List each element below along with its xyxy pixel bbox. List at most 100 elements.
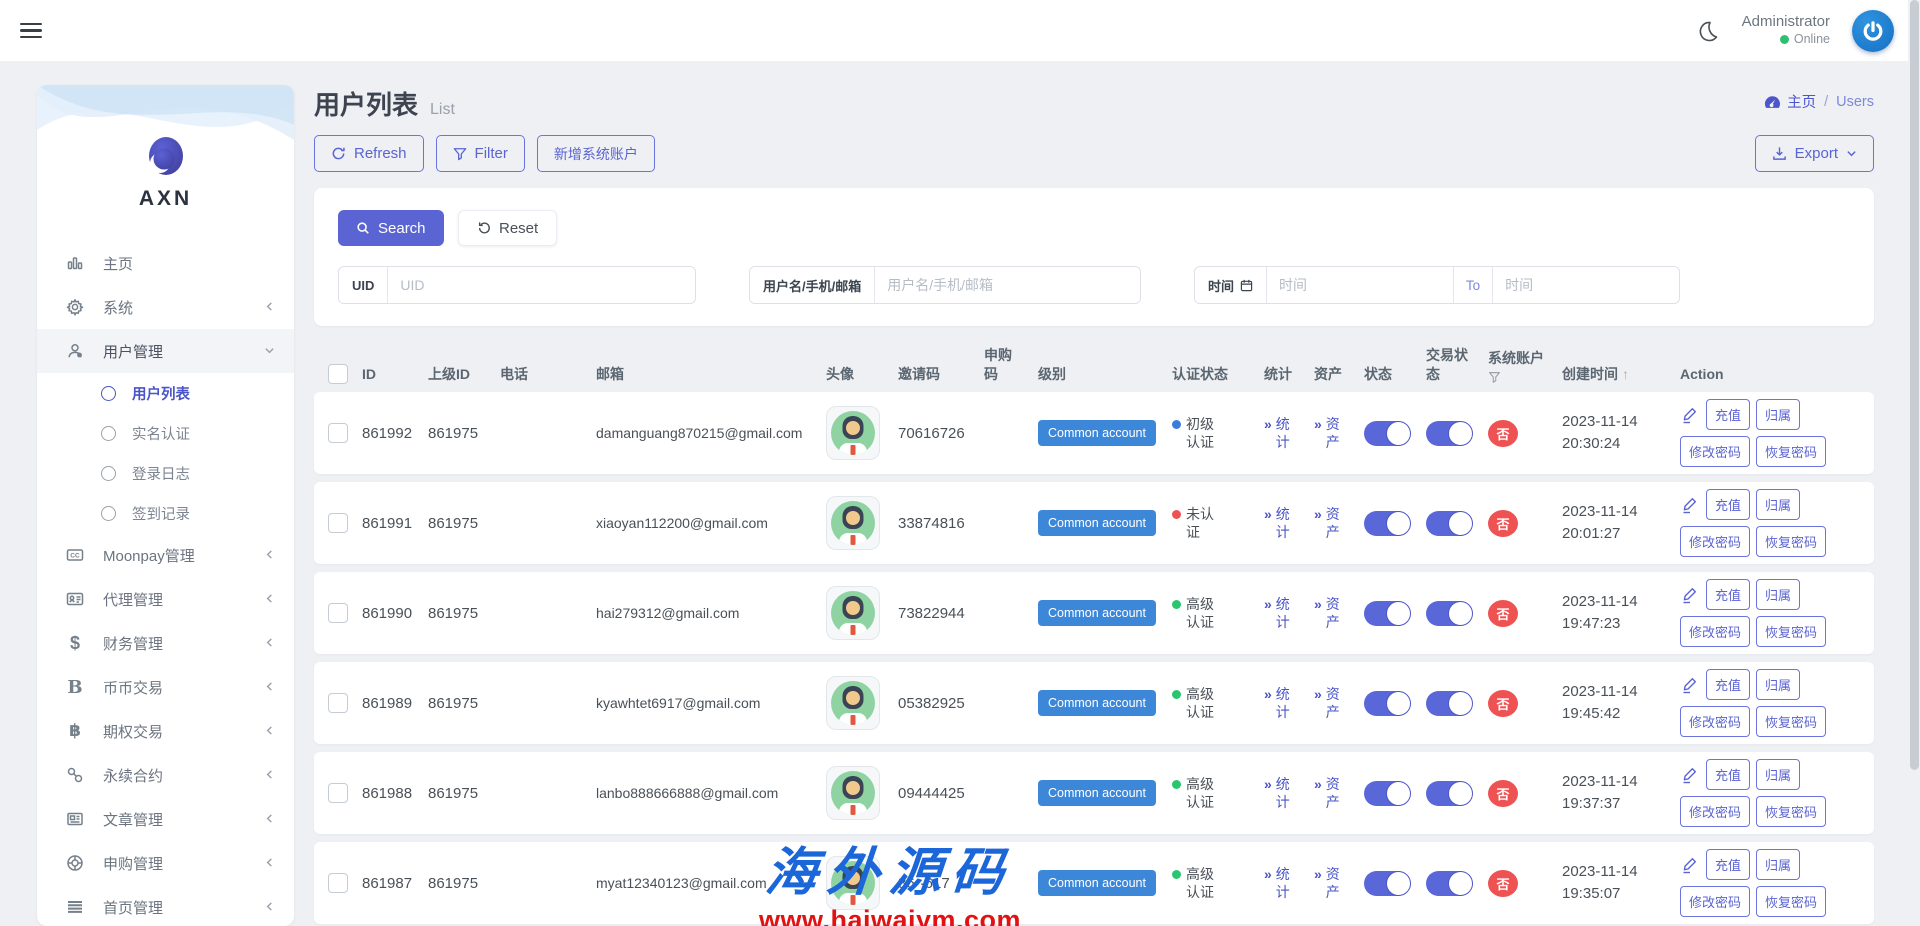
trade-status-toggle[interactable] [1426, 601, 1472, 626]
sidebar-item-gear[interactable]: 系统 [37, 285, 294, 329]
user-avatar[interactable] [1852, 10, 1894, 52]
stats-link[interactable]: »统计 [1264, 865, 1304, 901]
row-checkbox[interactable] [328, 873, 348, 893]
select-all-checkbox[interactable] [328, 364, 348, 384]
status-toggle[interactable] [1364, 601, 1410, 626]
stats-link[interactable]: »统计 [1264, 505, 1304, 541]
trade-status-toggle[interactable] [1426, 691, 1472, 716]
ownership-button[interactable]: 归属 [1756, 489, 1800, 520]
time-from-input[interactable] [1267, 267, 1453, 303]
change-password-button[interactable]: 修改密码 [1680, 526, 1750, 557]
ownership-button[interactable]: 归属 [1756, 669, 1800, 700]
sidebar-item-news[interactable]: 文章管理 [37, 797, 294, 841]
assets-link[interactable]: »资产 [1314, 505, 1354, 541]
recharge-button[interactable]: 充值 [1706, 669, 1750, 700]
trade-status-toggle[interactable] [1426, 421, 1472, 446]
col-system-account[interactable]: 系统账户 [1488, 349, 1562, 384]
sidebar-item-chart-bar[interactable]: 主页 [37, 241, 294, 285]
col-parent-id[interactable]: 上级ID [428, 365, 500, 384]
status-toggle[interactable] [1364, 871, 1410, 896]
user-filter-input[interactable] [875, 267, 1140, 303]
col-invite-code[interactable]: 邀请码 [898, 365, 984, 384]
sidebar-item-id-card[interactable]: 代理管理 [37, 577, 294, 621]
assets-link[interactable]: »资产 [1314, 415, 1354, 451]
ownership-button[interactable]: 归属 [1756, 759, 1800, 790]
reset-button[interactable]: Reset [458, 210, 557, 246]
row-checkbox[interactable] [328, 603, 348, 623]
restore-password-button[interactable]: 恢复密码 [1756, 616, 1826, 647]
menu-toggle-icon[interactable] [20, 19, 42, 43]
assets-link[interactable]: »资产 [1314, 595, 1354, 631]
recharge-button[interactable]: 充值 [1706, 399, 1750, 430]
export-button[interactable]: Export [1755, 135, 1874, 172]
col-auth-status[interactable]: 认证状态 [1172, 365, 1264, 384]
sidebar-item-lines[interactable]: 首页管理 [37, 885, 294, 926]
row-checkbox[interactable] [328, 693, 348, 713]
filter-button[interactable]: Filter [436, 135, 525, 172]
col-id[interactable]: ID [362, 365, 428, 384]
sidebar-subitem[interactable]: 签到记录 [37, 493, 294, 533]
col-status[interactable]: 状态 [1364, 365, 1426, 384]
user-avatar-image[interactable] [826, 676, 880, 730]
edit-pencil-icon[interactable] [1680, 405, 1700, 425]
col-email[interactable]: 邮箱 [596, 365, 826, 384]
sidebar-subitem[interactable]: 用户列表 [37, 373, 294, 413]
col-trade-status[interactable]: 交易状态 [1426, 346, 1480, 384]
stats-link[interactable]: »统计 [1264, 595, 1304, 631]
sidebar-subitem[interactable]: 登录日志 [37, 453, 294, 493]
status-toggle[interactable] [1364, 781, 1410, 806]
user-avatar-image[interactable] [826, 406, 880, 460]
assets-link[interactable]: »资产 [1314, 775, 1354, 811]
ownership-button[interactable]: 归属 [1756, 399, 1800, 430]
sidebar-item-bitcoin[interactable]: ฿期权交易 [37, 709, 294, 753]
time-to-input[interactable] [1493, 267, 1679, 303]
change-password-button[interactable]: 修改密码 [1680, 796, 1750, 827]
stats-link[interactable]: »统计 [1264, 415, 1304, 451]
trade-status-toggle[interactable] [1426, 871, 1472, 896]
sidebar-item-dollar[interactable]: $财务管理 [37, 621, 294, 665]
edit-pencil-icon[interactable] [1680, 585, 1700, 605]
user-avatar-image[interactable] [826, 766, 880, 820]
sidebar-subitem[interactable]: 实名认证 [37, 413, 294, 453]
row-checkbox[interactable] [328, 423, 348, 443]
sidebar-item-cc-card[interactable]: CCMoonpay管理 [37, 533, 294, 577]
restore-password-button[interactable]: 恢复密码 [1756, 526, 1826, 557]
user-avatar-image[interactable] [826, 586, 880, 640]
recharge-button[interactable]: 充值 [1706, 759, 1750, 790]
column-filter-icon[interactable] [1488, 371, 1501, 384]
col-created-time[interactable]: 创建时间↑ [1562, 365, 1680, 384]
row-checkbox[interactable] [328, 783, 348, 803]
ownership-button[interactable]: 归属 [1756, 579, 1800, 610]
uid-input[interactable] [388, 267, 695, 303]
breadcrumb-home[interactable]: 主页 [1764, 91, 1816, 112]
sidebar-item-lifebuoy[interactable]: 申购管理 [37, 841, 294, 885]
dark-mode-icon[interactable] [1696, 19, 1720, 43]
recharge-button[interactable]: 充值 [1706, 579, 1750, 610]
col-phone[interactable]: 电话 [500, 365, 596, 384]
sidebar-item-coin-b[interactable]: B币币交易 [37, 665, 294, 709]
row-checkbox[interactable] [328, 513, 348, 533]
sort-asc-icon[interactable]: ↑ [1622, 366, 1629, 382]
stats-link[interactable]: »统计 [1264, 685, 1304, 721]
col-level[interactable]: 级别 [1038, 365, 1172, 384]
add-system-account-button[interactable]: 新增系统账户 [537, 135, 655, 172]
trade-status-toggle[interactable] [1426, 781, 1472, 806]
trade-status-toggle[interactable] [1426, 511, 1472, 536]
user-info[interactable]: Administrator Online [1742, 13, 1830, 47]
recharge-button[interactable]: 充值 [1706, 489, 1750, 520]
ownership-button[interactable]: 归属 [1756, 849, 1800, 880]
user-avatar-image[interactable] [826, 856, 880, 910]
refresh-button[interactable]: Refresh [314, 135, 424, 172]
edit-pencil-icon[interactable] [1680, 855, 1700, 875]
change-password-button[interactable]: 修改密码 [1680, 616, 1750, 647]
change-password-button[interactable]: 修改密码 [1680, 706, 1750, 737]
col-subscribe-code[interactable]: 申购码 [984, 346, 1024, 384]
restore-password-button[interactable]: 恢复密码 [1756, 886, 1826, 917]
recharge-button[interactable]: 充值 [1706, 849, 1750, 880]
restore-password-button[interactable]: 恢复密码 [1756, 706, 1826, 737]
edit-pencil-icon[interactable] [1680, 765, 1700, 785]
user-avatar-image[interactable] [826, 496, 880, 550]
scrollbar-thumb[interactable] [1910, 0, 1919, 770]
edit-pencil-icon[interactable] [1680, 495, 1700, 515]
change-password-button[interactable]: 修改密码 [1680, 886, 1750, 917]
